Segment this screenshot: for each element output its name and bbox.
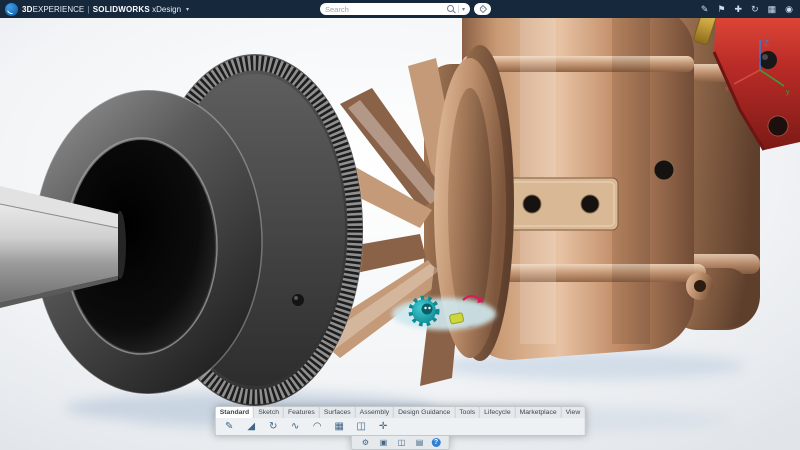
section-icon[interactable]: ◫ [396,438,408,448]
tab-surfaces[interactable]: Surfaces [320,407,356,418]
search-area: ▾ [320,3,491,15]
sketch-icon[interactable]: ✎ [220,419,239,434]
action-bar-tools: ✎ ◢ ↻ ∿ ◠ ▦ ◫ ✛ [215,418,586,436]
top-bar: 3DEXPERIENCE | SOLIDWORKS xDesign ▾ ▾ ✎ … [0,0,800,18]
display-style-icon[interactable]: ▤ [414,438,426,448]
tab-tools[interactable]: Tools [455,407,480,418]
tab-assembly[interactable]: Assembly [356,407,394,418]
revolve-icon[interactable]: ↻ [264,419,283,434]
user-avatar-icon[interactable]: ◉ [785,5,793,14]
tab-view[interactable]: View [562,407,585,418]
pattern-icon[interactable]: ▦ [330,419,349,434]
brand-area: 3DEXPERIENCE | SOLIDWORKS xDesign ▾ [5,3,189,16]
triad-z-label: Z [764,39,769,48]
tag-icon [478,5,486,13]
search-icon[interactable] [447,5,455,13]
tag-filter-button[interactable] [474,3,491,15]
action-bar-subtools: ⚙ ▣ ◫ ▤ ? [351,436,450,450]
sweep-icon[interactable]: ∿ [286,419,305,434]
search-box[interactable]: ▾ [320,3,470,15]
action-bar-tabs: Standard Sketch Features Surfaces Assemb… [215,406,586,418]
extrude-icon[interactable]: ◢ [242,419,261,434]
action-bar: Standard Sketch Features Surfaces Assemb… [215,406,586,450]
mirror-icon[interactable]: ◫ [352,419,371,434]
tab-features[interactable]: Features [284,407,320,418]
tab-marketplace[interactable]: Marketplace [516,407,562,418]
view-cube-icon[interactable]: ▣ [378,438,390,448]
help-icon[interactable]: ? [432,438,441,447]
tab-design-guidance[interactable]: Design Guidance [394,407,455,418]
sync-icon[interactable]: ↻ [751,5,759,14]
tab-lifecycle[interactable]: Lifecycle [480,407,515,418]
apps-grid-icon[interactable]: ▦ [768,5,777,14]
search-dropdown-icon[interactable]: ▾ [462,6,465,13]
flag-icon[interactable]: ⚑ [717,5,725,14]
tab-sketch[interactable]: Sketch [254,407,284,418]
pen-icon[interactable]: ✎ [701,5,709,14]
measure-icon[interactable]: ✛ [374,419,393,434]
fillet-icon[interactable]: ◠ [308,419,327,434]
brand-text: 3DEXPERIENCE | SOLIDWORKS xDesign [22,5,181,14]
chevron-down-icon[interactable]: ▾ [186,6,189,13]
set-screw-hole[interactable] [292,294,304,306]
triad-y-label: y [786,89,790,96]
settings-icon[interactable]: ⚙ [360,438,372,448]
3dexperience-compass-logo[interactable] [5,3,18,16]
tab-standard[interactable]: Standard [216,407,254,418]
triad-x-label: x [725,86,729,93]
search-divider [458,5,459,13]
topbar-right-icons: ✎ ⚑ ✚ ↻ ▦ ◉ [701,0,793,18]
add-icon[interactable]: ✚ [735,5,743,14]
viewport-3d[interactable]: Z x y [0,18,800,450]
search-input[interactable] [325,4,444,14]
